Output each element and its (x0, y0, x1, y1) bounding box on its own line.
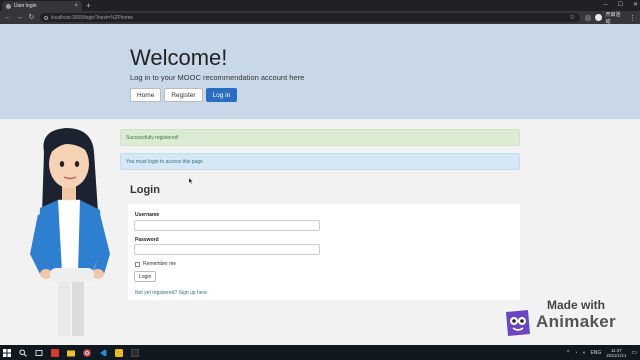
extension-icon[interactable] (584, 14, 591, 21)
search-icon[interactable] (19, 348, 27, 357)
toolbar-right: 开启活动 ⋮ (584, 11, 636, 25)
windows-taskbar: ^ ◔ ◖ ENG 11:47 2021/1/21 ▭ (0, 345, 640, 360)
window-controls: ─ ☐ ✕ (603, 0, 638, 10)
address-bar[interactable]: localhost:3000/login?next=%2Fhome ☆ (39, 13, 580, 22)
app-yellow-icon[interactable] (115, 348, 123, 357)
system-tray: ^ ◔ ◖ ENG 11:47 2021/1/21 ▭ (567, 348, 637, 358)
volume-icon[interactable]: ◖ (582, 350, 585, 356)
animaker-logo-icon (506, 310, 530, 336)
remember-me-checkbox[interactable] (135, 261, 140, 267)
url-text[interactable]: localhost:3000/login?next=%2Fhome (51, 15, 566, 21)
animaker-watermark: Made with Animaker (500, 296, 636, 344)
info-alert: You must login to access this page (120, 153, 520, 170)
login-submit-button[interactable]: Login (134, 271, 157, 282)
maximize-icon[interactable]: ☐ (618, 0, 623, 10)
register-button[interactable]: Register (164, 88, 203, 102)
clock-date: 2021/1/21 (606, 352, 627, 358)
remember-me: Remember me (135, 261, 176, 267)
back-arrow-icon[interactable]: ← (4, 14, 11, 21)
notification-icon[interactable]: ▭ (631, 349, 637, 356)
chrome-icon[interactable] (83, 348, 91, 357)
app-red-icon[interactable] (51, 348, 59, 357)
tab-close-icon[interactable]: × (74, 3, 78, 9)
vscode-icon[interactable] (99, 349, 107, 357)
made-with-text: Made with (547, 298, 606, 312)
animaker-brand-text: Animaker (536, 312, 616, 331)
nav-buttons: Home Register Log in (130, 88, 238, 102)
terminal-icon[interactable] (131, 348, 139, 357)
username-label: Username (135, 212, 160, 218)
new-tab-button[interactable]: + (86, 1, 91, 10)
clock[interactable]: 11:47 2021/1/21 (606, 348, 626, 358)
reload-icon[interactable]: ↻ (28, 14, 35, 21)
star-icon[interactable]: ☆ (569, 14, 576, 21)
password-label: Password (135, 237, 159, 243)
login-heading: Login (130, 184, 160, 196)
remember-me-label[interactable]: Remember me (143, 261, 176, 267)
browser-toolbar: ← → ↻ localhost:3000/login?next=%2Fhome … (0, 11, 640, 25)
mouse-cursor-icon (189, 178, 193, 184)
password-field[interactable] (134, 244, 320, 255)
tab-title: User login (14, 3, 37, 9)
page-subtitle: Log in to your MOOC recommendation accou… (130, 73, 305, 82)
browser-tab-bar: User login × + ─ ☐ ✕ (0, 0, 640, 11)
windows-start-icon[interactable] (3, 348, 11, 357)
avatar[interactable] (594, 14, 602, 21)
task-view-icon[interactable] (35, 349, 43, 357)
tab-user-login[interactable]: User login × (2, 1, 82, 11)
login-form: Username Password Remember me Login Not … (128, 204, 520, 300)
globe-icon (6, 3, 11, 9)
info-icon[interactable] (43, 15, 48, 20)
success-alert: Successfully registered! (120, 129, 520, 146)
page-title: Welcome! (130, 45, 228, 70)
profile-name[interactable]: 开启活动 (606, 11, 625, 25)
menu-dots-icon[interactable]: ⋮ (629, 14, 636, 22)
home-button[interactable]: Home (130, 88, 162, 102)
character-illustration (30, 128, 110, 336)
file-explorer-icon[interactable] (67, 349, 75, 357)
window-close-icon[interactable]: ✕ (633, 0, 638, 10)
forward-arrow-icon[interactable]: → (16, 14, 23, 21)
tray-overflow-icon[interactable]: ^ (567, 350, 569, 356)
minimize-icon[interactable]: ─ (603, 0, 607, 10)
login-nav-button[interactable]: Log in (205, 88, 238, 102)
network-icon[interactable]: ◔ (574, 350, 577, 356)
signup-link[interactable]: Not yet registered? Sign up here (135, 290, 207, 296)
input-language[interactable]: ENG (590, 350, 601, 356)
username-field[interactable] (134, 220, 320, 231)
header-banner (0, 24, 640, 119)
